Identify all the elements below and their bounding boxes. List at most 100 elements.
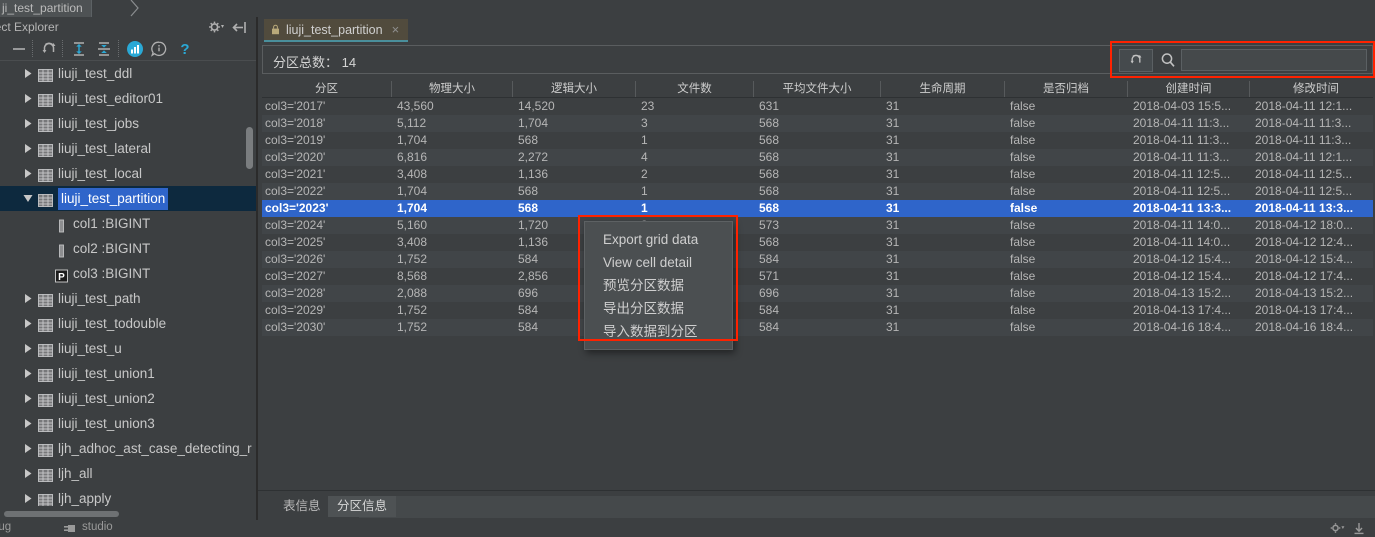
table-cell[interactable]: 6,816	[392, 149, 513, 166]
tree-table-item[interactable]: liuji_test_u	[0, 336, 256, 361]
grid-column-header[interactable]: 逻辑大小	[513, 81, 636, 97]
tree-horizontal-scrollbar[interactable]	[4, 511, 119, 517]
grid-column-header[interactable]: 是否归档	[1005, 81, 1128, 97]
table-cell[interactable]: col3='2017'	[262, 98, 392, 115]
table-cell[interactable]: 2018-04-13 17:4...	[1250, 302, 1373, 319]
refresh-icon[interactable]	[40, 40, 58, 58]
object-tree[interactable]: liuji_test_ddl liuji_test_editor01 liuji_t…	[0, 61, 256, 506]
tree-table-item[interactable]: ljh_all	[0, 461, 256, 486]
grid-column-header[interactable]: 文件数	[636, 81, 754, 97]
tree-table-item[interactable]: liuji_test_jobs	[0, 111, 256, 136]
status-bar-left-label[interactable]: bug	[0, 521, 11, 533]
chevron-right-icon[interactable]	[22, 411, 34, 436]
table-cell[interactable]: 3	[636, 115, 754, 132]
chevron-right-icon[interactable]	[22, 361, 34, 386]
table-cell[interactable]: 2018-04-12 18:0...	[1250, 217, 1373, 234]
table-row[interactable]: col3='2030'1,752584158431false2018-04-16…	[262, 319, 1373, 336]
table-cell[interactable]: false	[1005, 234, 1128, 251]
grid-column-header[interactable]: 平均文件大小	[754, 81, 881, 97]
table-cell[interactable]: col3='2020'	[262, 149, 392, 166]
search-input[interactable]	[1181, 49, 1367, 71]
tree-table-item[interactable]: liuji_test_partition	[0, 186, 256, 211]
table-cell[interactable]: false	[1005, 268, 1128, 285]
table-row[interactable]: col3='2024'5,1601,720357331false2018-04-…	[262, 217, 1373, 234]
table-cell[interactable]: 1,752	[392, 319, 513, 336]
table-cell[interactable]: 31	[881, 98, 1005, 115]
table-cell[interactable]: col3='2022'	[262, 183, 392, 200]
table-cell[interactable]: col3='2026'	[262, 251, 392, 268]
table-row[interactable]: col3='2029'1,752584158431false2018-04-13…	[262, 302, 1373, 319]
grid-column-header[interactable]: 生命周期	[881, 81, 1005, 97]
collapse-all-icon[interactable]	[95, 40, 113, 58]
breadcrumb-item[interactable]: ji_test_partition	[0, 0, 92, 17]
table-cell[interactable]: 2018-04-13 17:4...	[1128, 302, 1250, 319]
download-icon[interactable]	[1353, 522, 1365, 535]
chart-icon[interactable]	[126, 40, 144, 58]
chevron-right-icon[interactable]	[22, 461, 34, 486]
table-row[interactable]: col3='2021' 3,408 1,136 2 568 31 false 2018-04-…	[262, 166, 1373, 183]
table-cell[interactable]: 2018-04-11 11:3...	[1250, 132, 1373, 149]
table-cell[interactable]: 2018-04-11 12:5...	[1250, 166, 1373, 183]
chevron-right-icon[interactable]	[22, 436, 34, 461]
table-row[interactable]: col3='2022' 1,704 568 1 568 31 false 2018-04-11…	[262, 183, 1373, 200]
table-cell[interactable]: 2018-04-11 12:1...	[1250, 149, 1373, 166]
help-icon[interactable]: ?	[176, 40, 194, 58]
table-cell[interactable]: 31	[881, 234, 1005, 251]
table-row[interactable]: col3='2027'8,5682,856557131false2018-04-…	[262, 268, 1373, 285]
refresh-button[interactable]	[1119, 48, 1153, 72]
table-cell[interactable]: 31	[881, 183, 1005, 200]
table-cell[interactable]: 1,752	[392, 302, 513, 319]
table-cell[interactable]: 1,704	[392, 183, 513, 200]
tab-partition-info[interactable]: 分区信息	[328, 496, 397, 517]
table-cell[interactable]: 1	[636, 132, 754, 149]
table-cell[interactable]: 31	[881, 217, 1005, 234]
table-row[interactable]: col3='2025'3,4081,136256831false2018-04-…	[262, 234, 1373, 251]
table-cell[interactable]: 3,408	[392, 166, 513, 183]
context-menu-item[interactable]: View cell detail	[585, 251, 732, 274]
grid-body[interactable]: col3='2017' 43,560 14,520 23 631 31 false 2018-…	[262, 98, 1373, 336]
table-cell[interactable]: 2018-04-11 11:3...	[1250, 115, 1373, 132]
table-cell[interactable]: false	[1005, 132, 1128, 149]
table-cell[interactable]: 568	[754, 149, 881, 166]
table-cell[interactable]: 2018-04-11 13:3...	[1128, 200, 1250, 217]
chevron-right-icon[interactable]	[22, 286, 34, 311]
table-cell[interactable]: col3='2019'	[262, 132, 392, 149]
grid-column-header[interactable]: 分区	[262, 81, 392, 97]
tree-table-item[interactable]: liuji_test_path	[0, 286, 256, 311]
table-cell[interactable]: 584	[754, 302, 881, 319]
table-cell[interactable]: 1,704	[513, 115, 636, 132]
tree-column-item[interactable]: col2 :BIGINT	[0, 236, 256, 261]
table-cell[interactable]: 571	[754, 268, 881, 285]
table-cell[interactable]: 1,704	[392, 132, 513, 149]
context-menu-item[interactable]: 导入数据到分区	[585, 320, 732, 343]
table-cell[interactable]: 2018-04-12 15:4...	[1250, 251, 1373, 268]
gear-icon[interactable]	[208, 20, 224, 35]
table-cell[interactable]: 568	[513, 200, 636, 217]
table-cell[interactable]: false	[1005, 217, 1128, 234]
table-cell[interactable]: 2018-04-11 14:0...	[1128, 217, 1250, 234]
table-cell[interactable]: 23	[636, 98, 754, 115]
table-cell[interactable]: 5,112	[392, 115, 513, 132]
table-cell[interactable]: col3='2018'	[262, 115, 392, 132]
table-cell[interactable]: 568	[754, 115, 881, 132]
table-cell[interactable]: 2018-04-16 18:4...	[1128, 319, 1250, 336]
table-cell[interactable]: 2,088	[392, 285, 513, 302]
table-cell[interactable]: 31	[881, 302, 1005, 319]
table-cell[interactable]: 2018-04-11 14:0...	[1128, 234, 1250, 251]
context-menu-item[interactable]: Export grid data	[585, 228, 732, 251]
table-cell[interactable]: false	[1005, 251, 1128, 268]
context-menu-item[interactable]: 预览分区数据	[585, 274, 732, 297]
table-cell[interactable]: 631	[754, 98, 881, 115]
table-cell[interactable]: 8,568	[392, 268, 513, 285]
table-cell[interactable]: 696	[754, 285, 881, 302]
tree-table-item[interactable]: liuji_test_union3	[0, 411, 256, 436]
table-cell[interactable]: 2018-04-13 15:2...	[1128, 285, 1250, 302]
table-cell[interactable]: 568	[754, 200, 881, 217]
table-cell[interactable]: false	[1005, 319, 1128, 336]
table-cell[interactable]: 2018-04-13 15:2...	[1250, 285, 1373, 302]
table-cell[interactable]: 1,752	[392, 251, 513, 268]
table-cell[interactable]: 568	[754, 234, 881, 251]
table-cell[interactable]: 31	[881, 319, 1005, 336]
table-cell[interactable]: 3,408	[392, 234, 513, 251]
table-cell[interactable]: col3='2029'	[262, 302, 392, 319]
